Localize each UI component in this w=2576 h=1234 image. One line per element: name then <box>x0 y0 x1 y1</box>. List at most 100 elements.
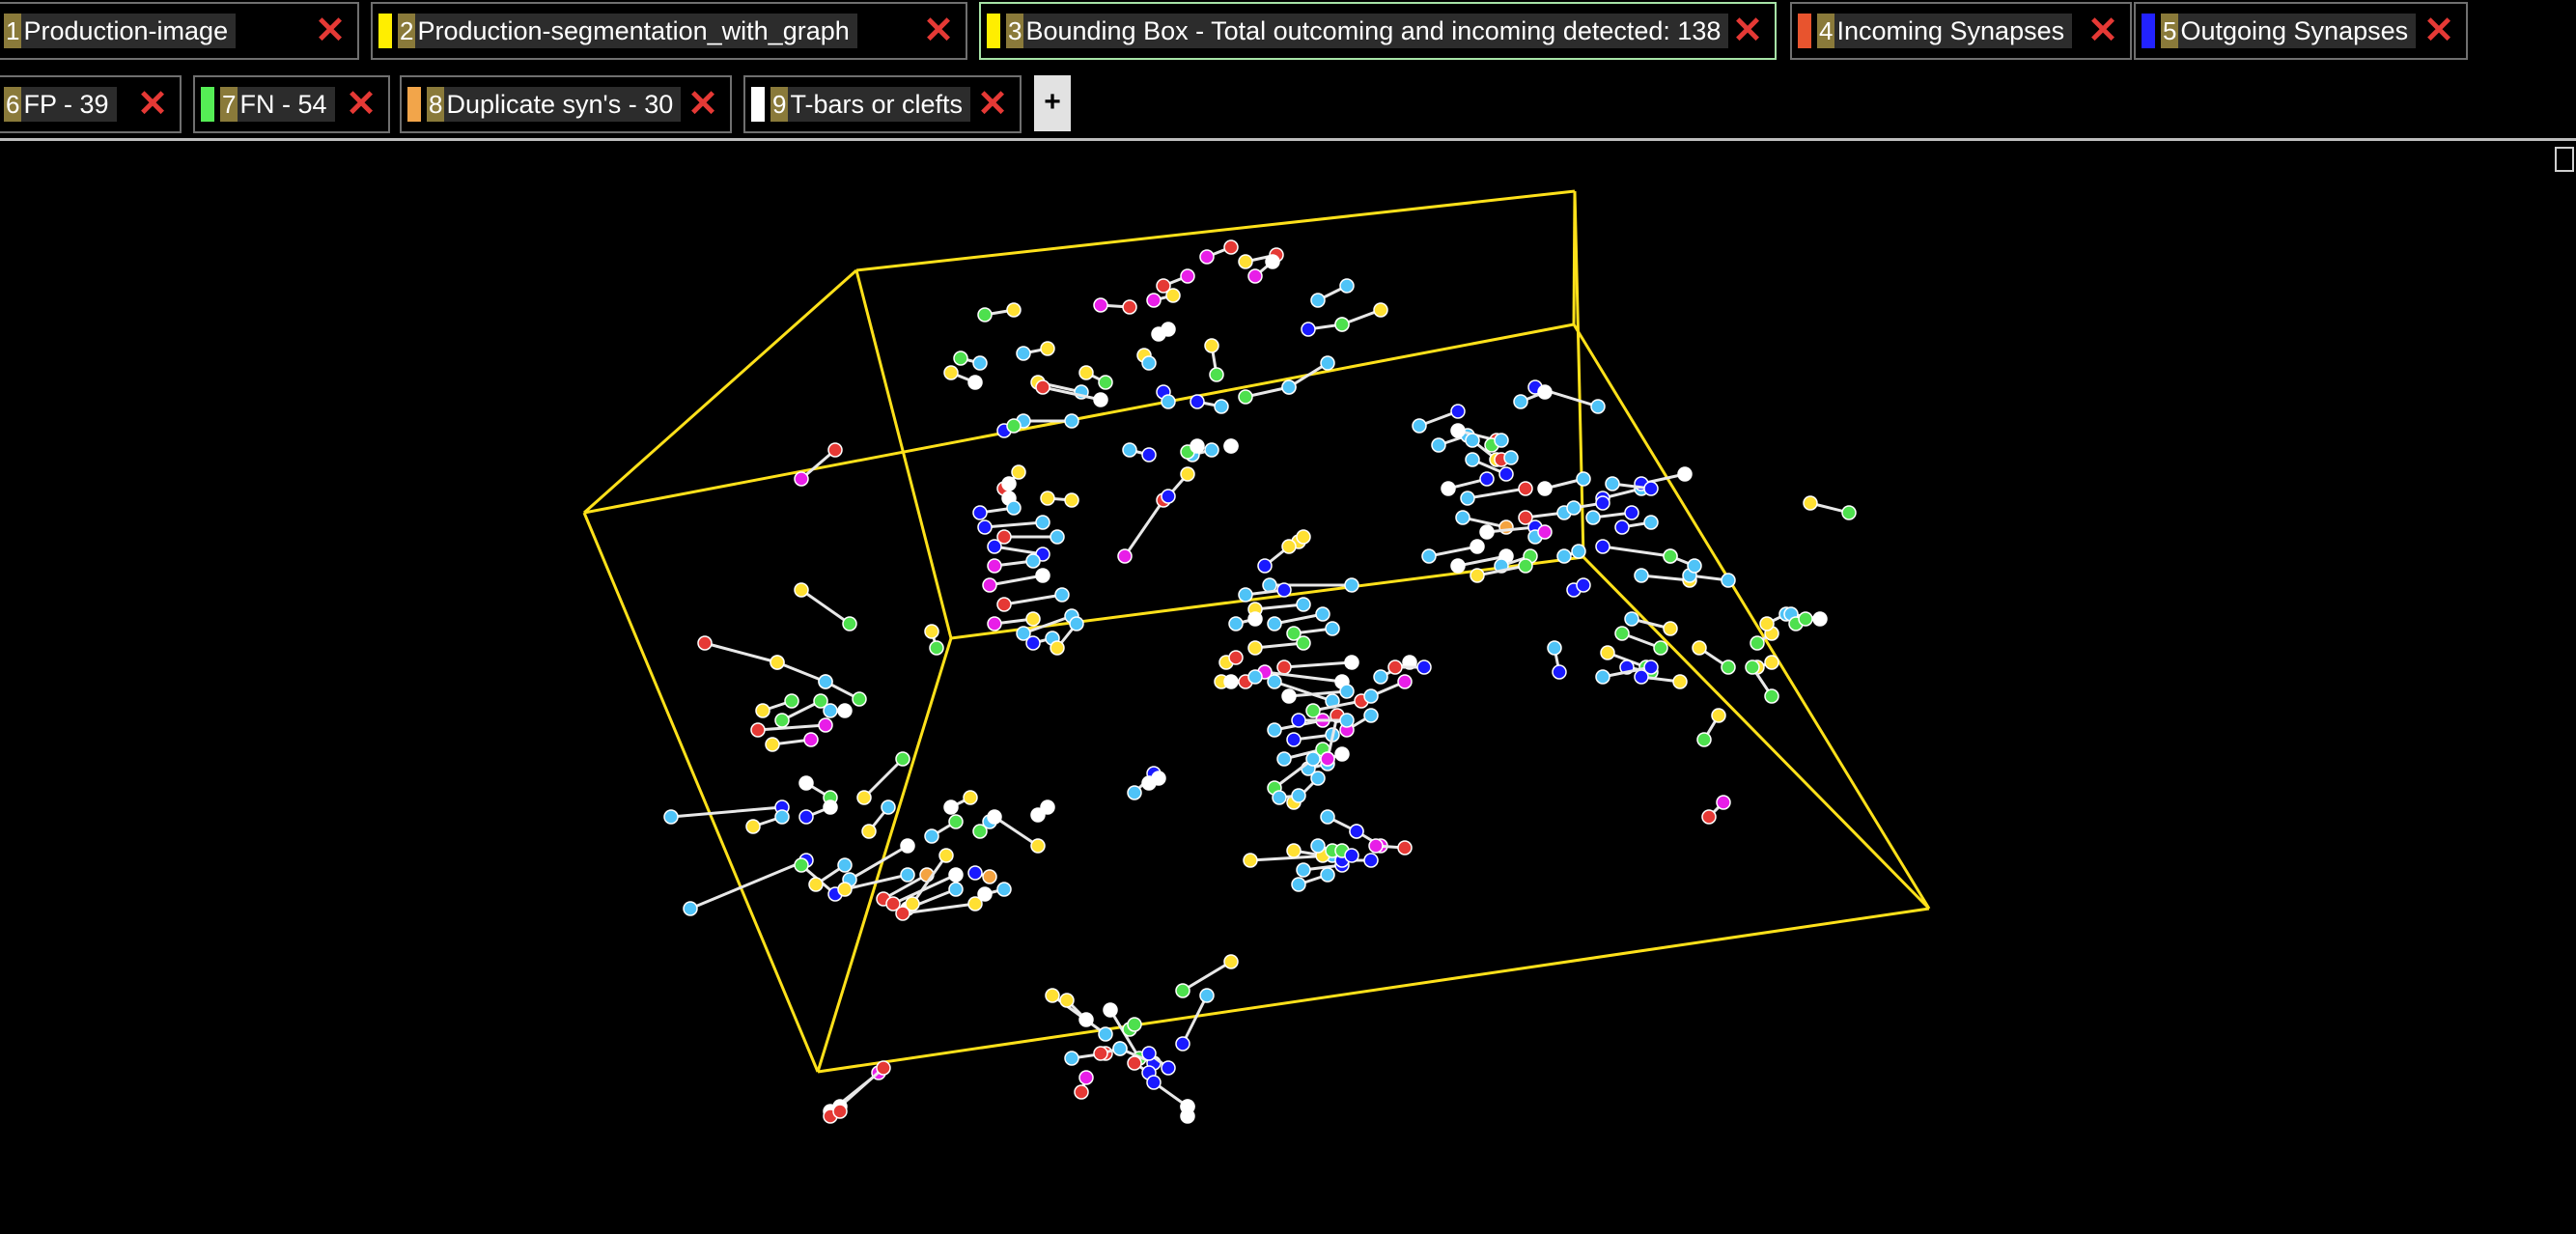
synapse-point[interactable] <box>1238 389 1253 405</box>
synapse-point[interactable] <box>1272 790 1287 805</box>
synapse-point[interactable] <box>1373 669 1388 685</box>
synapse-point[interactable] <box>1750 635 1765 651</box>
synapse-point[interactable] <box>972 355 988 371</box>
synapse-point[interactable] <box>1479 524 1495 540</box>
synapse-point[interactable] <box>798 775 814 791</box>
synapse-point[interactable] <box>770 655 785 670</box>
synapse-point[interactable] <box>1296 635 1311 651</box>
synapse-point[interactable] <box>1098 1026 1113 1042</box>
synapse-point[interactable] <box>1663 548 1678 564</box>
synapse-pair[interactable] <box>1494 450 1519 467</box>
synapse-point[interactable] <box>924 828 939 844</box>
synapse-point[interactable] <box>1180 1108 1195 1124</box>
synapse-point[interactable] <box>1247 268 1263 284</box>
synapse-point[interactable] <box>987 809 1002 825</box>
synapse-point[interactable] <box>967 375 983 390</box>
synapse-pair[interactable] <box>1257 539 1297 574</box>
synapse-point[interactable] <box>1320 751 1335 767</box>
synapse-pair[interactable] <box>1276 655 1359 675</box>
synapse-pair[interactable] <box>1016 341 1055 361</box>
synapse-point[interactable] <box>1247 640 1263 656</box>
synapse-point[interactable] <box>1518 481 1533 496</box>
synapse-point[interactable] <box>1078 365 1094 380</box>
synapse-point[interactable] <box>1161 394 1176 409</box>
synapse-point[interactable] <box>1035 568 1050 583</box>
synapse-point[interactable] <box>905 896 920 911</box>
synapse-point[interactable] <box>1614 626 1630 641</box>
synapse-pair[interactable] <box>1223 438 1239 454</box>
synapse-point[interactable] <box>1112 1041 1128 1056</box>
synapse-pair[interactable] <box>967 865 997 884</box>
synapse-point[interactable] <box>697 635 713 651</box>
synapse-point[interactable] <box>1223 674 1239 689</box>
synapse-point[interactable] <box>1276 659 1292 675</box>
synapse-point[interactable] <box>1397 674 1413 689</box>
synapse-point[interactable] <box>1281 539 1297 554</box>
synapse-point[interactable] <box>1537 481 1553 496</box>
synapse-pair[interactable] <box>1566 577 1591 598</box>
synapse-pair[interactable] <box>1310 278 1355 308</box>
3d-scene[interactable] <box>0 141 2576 1229</box>
synapse-point[interactable] <box>1576 577 1591 593</box>
synapse-point[interactable] <box>1711 708 1726 723</box>
synapse-point[interactable] <box>1460 491 1475 506</box>
synapse-point[interactable] <box>1122 299 1137 315</box>
synapse-point[interactable] <box>818 717 833 733</box>
synapse-point[interactable] <box>1141 447 1157 463</box>
synapse-point[interactable] <box>1334 746 1350 762</box>
synapse-point[interactable] <box>1064 492 1079 508</box>
synapse-point[interactable] <box>1595 495 1610 511</box>
synapse-pair[interactable] <box>1204 338 1224 382</box>
synapse-point[interactable] <box>1016 346 1031 361</box>
synapse-pair[interactable] <box>1035 379 1108 407</box>
synapse-point[interactable] <box>827 442 843 458</box>
synapse-point[interactable] <box>1190 394 1205 409</box>
synapse-point[interactable] <box>1841 505 1857 520</box>
synapse-point[interactable] <box>1025 553 1041 569</box>
synapse-point[interactable] <box>924 624 939 639</box>
synapse-point[interactable] <box>1223 954 1239 969</box>
synapse-point[interactable] <box>1503 450 1519 465</box>
synapse-point[interactable] <box>1547 640 1562 656</box>
synapse-point[interactable] <box>794 857 809 873</box>
synapse-point[interactable] <box>837 703 853 718</box>
synapse-point[interactable] <box>1035 379 1050 395</box>
synapse-pair[interactable] <box>1484 433 1509 453</box>
synapse-point[interactable] <box>1247 669 1263 685</box>
synapse-point[interactable] <box>823 799 838 815</box>
synapse-pair[interactable] <box>1634 669 1688 689</box>
synapse-pair[interactable] <box>1267 606 1330 631</box>
synapse-point[interactable] <box>1146 293 1162 308</box>
layer-tab-fp[interactable]: 6 FP - 39 ✕ <box>0 75 182 133</box>
synapse-point[interactable] <box>1243 853 1258 868</box>
synapse-point[interactable] <box>1305 751 1321 767</box>
layer-tab-bounding-box[interactable]: 3 Bounding Box - Total outcoming and inco… <box>979 2 1777 60</box>
synapse-pair[interactable] <box>745 809 790 834</box>
add-layer-button[interactable]: + <box>1034 75 1071 131</box>
synapse-pair[interactable] <box>1547 640 1567 680</box>
synapse-pair[interactable] <box>1199 239 1239 265</box>
synapse-point[interactable] <box>977 307 993 323</box>
layer-tab-outgoing-synapses[interactable]: 5 Outgoing Synapses ✕ <box>2134 2 2468 60</box>
synapse-point[interactable] <box>1209 367 1224 382</box>
synapse-point[interactable] <box>1228 650 1244 665</box>
synapse-point[interactable] <box>1175 983 1190 998</box>
synapse-point[interactable] <box>1334 317 1350 332</box>
synapse-pair[interactable] <box>1141 771 1166 791</box>
synapse-point[interactable] <box>1064 1051 1079 1066</box>
synapse-point[interactable] <box>1344 577 1359 593</box>
synapse-point[interactable] <box>1025 635 1041 651</box>
synapse-point[interactable] <box>1040 341 1055 356</box>
synapse-point[interactable] <box>794 471 809 487</box>
synapse-point[interactable] <box>1764 655 1779 670</box>
synapse-point[interactable] <box>1059 993 1075 1008</box>
synapse-point[interactable] <box>784 693 799 709</box>
synapse-point[interactable] <box>1537 384 1553 400</box>
synapse-point[interactable] <box>1093 297 1108 313</box>
synapse-point[interactable] <box>1803 495 1818 511</box>
synapse-point[interactable] <box>1431 437 1446 453</box>
synapse-pair[interactable] <box>1190 394 1229 414</box>
synapse-point[interactable] <box>1465 433 1480 448</box>
synapse-point[interactable] <box>803 732 819 747</box>
synapse-point[interactable] <box>895 751 910 767</box>
